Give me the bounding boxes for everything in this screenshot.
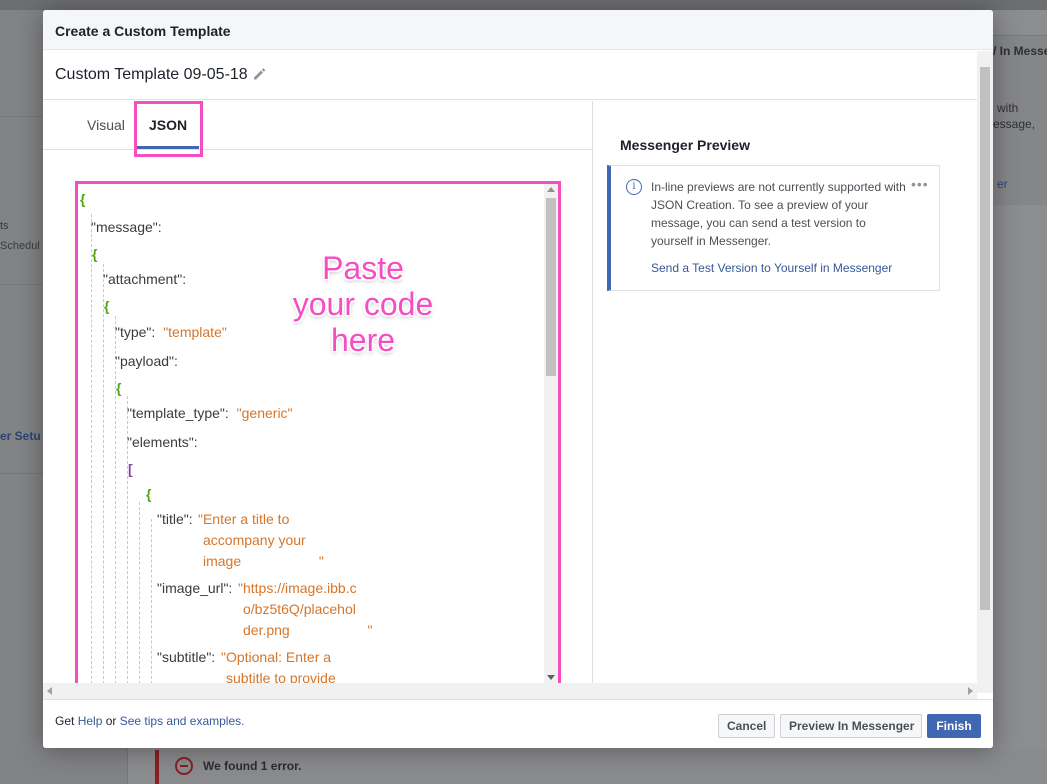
background-link: er Setu xyxy=(0,429,41,443)
json-string: "Enter a title to xyxy=(198,511,290,527)
json-string: der.png " xyxy=(243,622,373,638)
template-name[interactable]: Custom Template 09-05-18 xyxy=(55,66,248,84)
json-line: "template_type": "generic" xyxy=(127,405,293,421)
background-card: / In Messe with essage, er xyxy=(993,35,1047,205)
background-card-title: / In Messe xyxy=(993,44,1047,58)
json-key: "type": xyxy=(115,324,156,340)
indent-guide xyxy=(139,502,140,683)
error-minus-icon xyxy=(175,757,193,775)
background-topbar xyxy=(0,0,1047,10)
scroll-down-arrow-icon[interactable] xyxy=(547,675,555,680)
json-line: { xyxy=(80,191,86,207)
indent-guide xyxy=(115,316,116,683)
json-string: "template" xyxy=(163,324,227,340)
json-string: image " xyxy=(203,553,324,569)
preview-notice: i In-line previews are not currently sup… xyxy=(607,165,940,291)
help-prefix: Get xyxy=(55,714,75,728)
dialog-scroll-thumb[interactable] xyxy=(980,67,990,610)
pencil-edit-icon[interactable] xyxy=(252,67,266,81)
json-line: [ xyxy=(128,461,133,477)
editor-scrollbar[interactable] xyxy=(544,184,558,683)
more-options-icon[interactable]: ••• xyxy=(911,176,929,192)
json-key: "template_type": xyxy=(127,405,229,421)
preview-in-messenger-button[interactable]: Preview In Messenger xyxy=(780,714,922,738)
json-line: { xyxy=(116,380,122,396)
error-banner: We found 1 error. xyxy=(155,750,1047,784)
json-line: "elements": xyxy=(127,434,198,450)
help-link[interactable]: Help xyxy=(78,714,103,728)
scroll-up-arrow-icon[interactable] xyxy=(547,187,555,192)
background-link: er xyxy=(997,177,1008,191)
json-string: o/bz5t6Q/placehol xyxy=(243,601,356,617)
template-name-row: Custom Template 09-05-18 xyxy=(43,51,977,100)
preview-title: Messenger Preview xyxy=(620,137,750,153)
info-icon: i xyxy=(626,179,642,195)
error-text: We found 1 error. xyxy=(203,759,302,773)
help-or: or xyxy=(105,714,117,728)
background-text: with xyxy=(997,101,1019,115)
preview-pane: Messenger Preview i In-line previews are… xyxy=(594,101,977,693)
send-test-link[interactable]: Send a Test Version to Yourself in Messe… xyxy=(651,261,892,275)
cancel-button[interactable]: Cancel xyxy=(718,714,775,738)
json-key: "title": xyxy=(157,511,193,527)
json-string: "https://image.ibb.c xyxy=(238,580,357,596)
scroll-right-arrow-icon[interactable] xyxy=(968,687,973,695)
json-string: accompany your xyxy=(203,532,306,548)
background-text: ts xyxy=(0,220,9,232)
json-line: { xyxy=(146,486,152,502)
tab-visual[interactable]: Visual xyxy=(87,117,125,133)
json-key: "image_url": xyxy=(157,580,233,596)
editor-scroll-thumb[interactable] xyxy=(546,198,556,376)
dialog-footer: Get Help or See tips and examples. Cance… xyxy=(43,699,993,748)
dialog-header: Create a Custom Template xyxy=(43,10,993,50)
background-text: Schedul xyxy=(0,240,40,252)
dialog-horizontal-scrollbar[interactable] xyxy=(43,683,977,699)
notice-text: In-line previews are not currently suppo… xyxy=(651,180,906,248)
tab-bar: Visual JSON xyxy=(43,101,593,157)
dialog-title: Create a Custom Template xyxy=(55,23,231,39)
json-line: "attachment": xyxy=(103,271,187,287)
json-line: { xyxy=(104,298,110,314)
json-string: "Optional: Enter a xyxy=(221,649,332,665)
finish-button[interactable]: Finish xyxy=(927,714,981,738)
json-line: "payload": xyxy=(115,353,178,369)
dialog-vertical-scrollbar[interactable] xyxy=(977,51,993,693)
json-line: { xyxy=(92,246,98,262)
indent-guide xyxy=(103,264,104,683)
json-line: "type": "template" xyxy=(115,324,227,340)
create-template-dialog: Create a Custom Template Custom Template… xyxy=(43,10,993,748)
background-text: essage, xyxy=(993,117,1036,131)
json-string: subtitle to provide xyxy=(226,670,336,683)
editor-highlight-annotation: { "message": { "attachment": { "type": "… xyxy=(75,181,561,686)
json-key: "subtitle": xyxy=(157,649,216,665)
scroll-left-arrow-icon[interactable] xyxy=(47,687,52,695)
json-code-editor[interactable]: { "message": { "attachment": { "type": "… xyxy=(78,184,558,683)
help-text: Get Help or See tips and examples. xyxy=(55,714,244,728)
paste-code-annotation: Paste your code here xyxy=(292,250,434,358)
editor-pane: Visual JSON { "message": { "attachment":… xyxy=(43,101,593,693)
tab-highlight-annotation xyxy=(134,101,203,157)
indent-guide xyxy=(91,214,92,683)
indent-guide xyxy=(151,519,152,683)
tips-link[interactable]: See tips and examples. xyxy=(120,714,245,728)
json-line: "message": xyxy=(91,219,162,235)
json-string: "generic" xyxy=(236,405,293,421)
